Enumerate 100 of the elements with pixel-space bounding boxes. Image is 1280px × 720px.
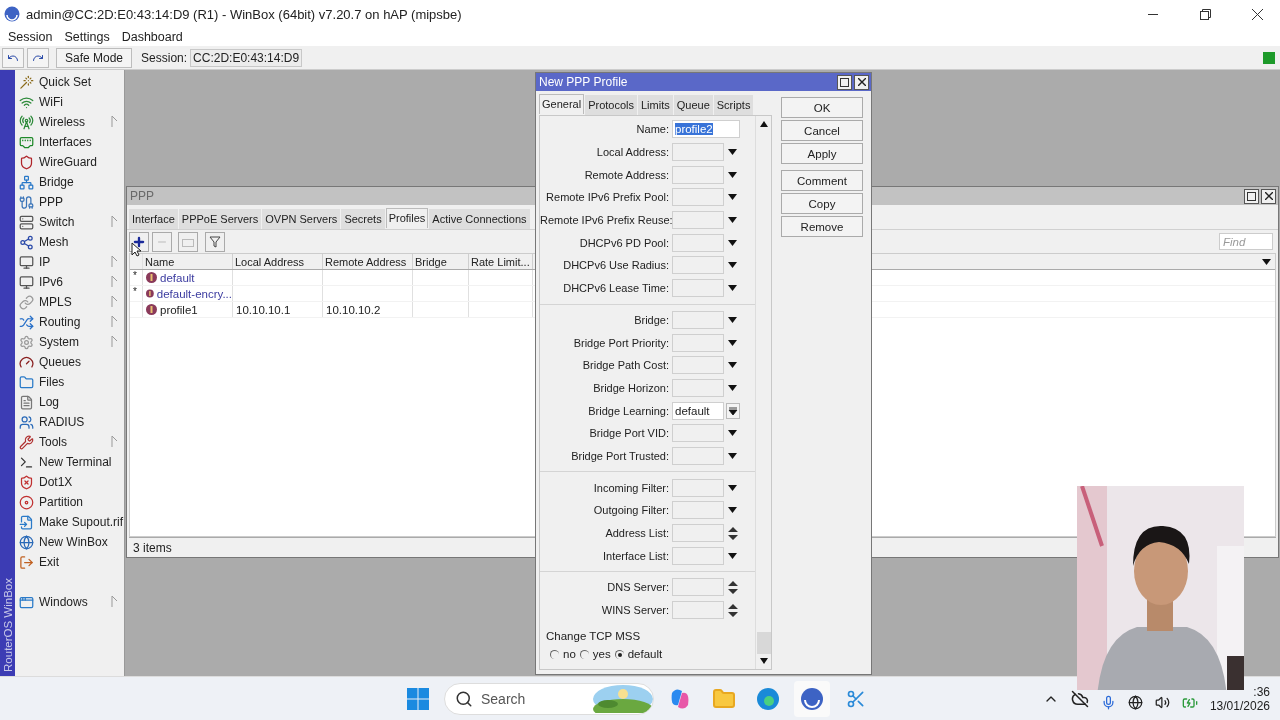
maximize-button[interactable] [1244, 188, 1259, 204]
dialog-button[interactable]: OK [781, 97, 863, 118]
dropdown-arrow-icon[interactable] [728, 484, 737, 491]
dropdown-field[interactable] [672, 478, 724, 497]
dropdown-arrow-icon[interactable] [728, 149, 737, 156]
menu-item[interactable]: Session [2, 30, 59, 44]
maximize-button[interactable] [837, 74, 852, 90]
menu-item[interactable]: WiFi [39, 95, 63, 109]
dropdown-arrow-icon[interactable] [728, 194, 737, 201]
dropdown-field[interactable] [672, 233, 724, 252]
menu-item[interactable]: Files [39, 375, 65, 389]
dialog-button[interactable]: Copy [781, 193, 863, 214]
dropdown-arrow-icon[interactable] [728, 171, 737, 178]
dropdown-arrow-icon[interactable] [728, 339, 737, 346]
dropdown-arrow-icon[interactable] [1262, 258, 1271, 265]
scroll-down-icon[interactable] [759, 658, 768, 665]
dropdown-field[interactable] [672, 424, 724, 443]
dropdown-field[interactable] [672, 188, 724, 207]
tab[interactable]: Interface [129, 209, 178, 229]
close-button[interactable] [1261, 188, 1276, 204]
dropdown-field[interactable] [672, 501, 724, 520]
radio-button[interactable] [614, 649, 624, 659]
column-header[interactable]: Remote Address [323, 254, 413, 269]
dropdown-arrow-icon[interactable] [728, 384, 737, 391]
menu-item[interactable]: Make Supout.rif [39, 515, 124, 529]
dropdown-field[interactable] [672, 165, 724, 184]
menu-item[interactable]: Tools [39, 435, 67, 449]
menu-item[interactable]: Switch [39, 215, 75, 229]
scroll-thumb[interactable] [756, 632, 771, 654]
radio-button[interactable] [550, 649, 559, 659]
menu-item[interactable]: Queues [39, 355, 82, 369]
dropdown-field[interactable] [672, 143, 724, 162]
menu-item[interactable]: Dashboard [115, 30, 189, 44]
menu-item[interactable]: IP [39, 255, 51, 269]
menu-item[interactable]: Log [39, 395, 60, 409]
dropdown-arrow-icon[interactable] [728, 262, 737, 269]
safe-mode-button[interactable]: Safe Mode [56, 47, 133, 68]
menu-item[interactable]: MPLS [39, 295, 72, 309]
tab[interactable]: Profiles [385, 208, 429, 228]
filter-button[interactable] [205, 231, 225, 252]
menu-item[interactable]: PPP [39, 195, 63, 209]
clock-time[interactable]: :36 [1253, 684, 1270, 699]
dropdown-arrow-icon[interactable] [728, 552, 737, 559]
network-icon[interactable] [1127, 695, 1143, 710]
dropdown-arrow-icon[interactable] [728, 217, 737, 224]
dropdown-field[interactable] [672, 446, 724, 465]
column-header[interactable]: Name [143, 254, 233, 269]
menu-item[interactable]: Partition [39, 495, 84, 509]
close-button[interactable] [854, 74, 869, 90]
dropdown-arrow-icon[interactable] [728, 452, 737, 459]
input-field[interactable] [672, 601, 724, 620]
dropdown-field[interactable] [672, 256, 724, 275]
tab[interactable]: Protocols [585, 95, 637, 115]
input-field[interactable] [672, 524, 724, 543]
tab[interactable]: Queue [673, 95, 713, 115]
menu-item[interactable]: Mesh [39, 235, 69, 249]
menu-item[interactable]: Exit [39, 555, 59, 569]
dropdown-field[interactable] [672, 378, 724, 397]
column-header[interactable]: Rate Limit... [469, 254, 533, 269]
dropdown-field[interactable] [672, 310, 724, 329]
dropdown-field[interactable] [672, 279, 724, 298]
dropdown-arrow-icon[interactable] [728, 362, 737, 369]
menu-item[interactable]: Bridge [39, 175, 74, 189]
menu-item[interactable]: Settings [58, 30, 116, 44]
up-down-arrow-icon[interactable] [728, 580, 738, 594]
column-header[interactable]: Bridge [413, 254, 469, 269]
tab[interactable]: Active Connections [429, 209, 530, 229]
dialog-button[interactable]: Cancel [781, 120, 863, 141]
menu-item[interactable]: Wireless [39, 115, 85, 129]
menu-item[interactable]: Dot1X [39, 475, 73, 489]
dropdown-arrow-icon[interactable] [728, 239, 737, 246]
input-field[interactable] [672, 578, 724, 597]
tab[interactable]: Scripts [713, 95, 754, 115]
menu-item[interactable]: Windows [39, 595, 88, 609]
undo-button[interactable] [2, 47, 24, 68]
input-field[interactable]: profile2 [672, 120, 740, 139]
up-down-arrow-icon[interactable] [728, 526, 738, 540]
menu-item[interactable]: New WinBox [39, 535, 108, 549]
search-field[interactable]: Search [444, 682, 654, 715]
clock-date[interactable]: 13/01/2026 [1209, 698, 1270, 713]
dialog-button[interactable]: Apply [781, 143, 863, 164]
column-header[interactable]: Local Address [233, 254, 323, 269]
dropdown-arrow-icon[interactable] [728, 316, 737, 323]
dropdown-arrow-icon[interactable] [728, 507, 737, 514]
tab[interactable]: General [539, 94, 585, 114]
menu-item[interactable]: IPv6 [39, 275, 63, 289]
winbox-icon[interactable] [794, 680, 830, 717]
menu-item[interactable]: Interfaces [39, 135, 92, 149]
tab[interactable]: Secrets [341, 209, 385, 229]
dialog-button[interactable]: Comment [781, 170, 863, 191]
menu-item[interactable]: RADIUS [39, 415, 85, 429]
microphone-icon[interactable] [1100, 695, 1116, 710]
dropdown-arrow-icon[interactable] [728, 285, 737, 292]
redo-button[interactable] [27, 47, 49, 68]
cloud-off-icon[interactable] [1070, 689, 1089, 708]
menu-item[interactable]: Routing [39, 315, 81, 329]
menu-item[interactable]: System [39, 335, 79, 349]
dropdown-field[interactable] [672, 211, 724, 230]
dropdown-field[interactable] [672, 356, 724, 375]
dropdown-field[interactable] [672, 333, 724, 352]
